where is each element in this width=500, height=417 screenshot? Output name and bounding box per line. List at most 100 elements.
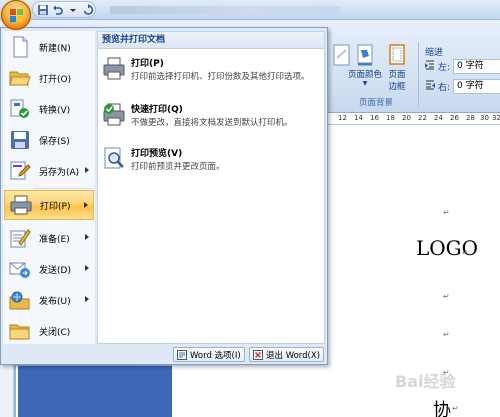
page-border-button[interactable]: 页面 边框 xyxy=(387,44,407,92)
submenu-header: 预览并打印文档 xyxy=(98,32,324,49)
office-menu: 新建(N) 打开(O) 转换(V) 保存(S) 另存为(A) 打印(P) 准备(… xyxy=(0,27,328,365)
printer-icon xyxy=(103,57,125,80)
menu-item-open[interactable]: 打开(O) xyxy=(4,63,94,93)
ruler-tick: 26 xyxy=(450,114,459,122)
ruler-tick: 14 xyxy=(354,114,363,122)
indent-left-label: 左: xyxy=(438,63,451,73)
indent-right-row: 右: 0 字符 ▲▼ xyxy=(425,79,500,94)
ruler-tick: 16 xyxy=(370,114,379,122)
paragraph-mark: ↵ xyxy=(462,248,469,257)
submenu-item-title: 打印预览(V) xyxy=(131,149,183,159)
office-menu-footer: Word 选项(I) 退出 Word(X) xyxy=(1,345,327,364)
word-options-button[interactable]: Word 选项(I) xyxy=(173,347,245,362)
paragraph-mark: ↵ xyxy=(452,404,459,413)
menu-item-label: 发布(U) xyxy=(39,296,71,307)
menu-item-publish[interactable]: 发布(U) xyxy=(4,285,94,315)
office-button[interactable] xyxy=(1,0,31,30)
prepare-icon xyxy=(10,229,31,248)
document-char: 协 xyxy=(433,400,451,417)
submenu-item-print-preview[interactable]: 打印预览(V) 打印前预览并更改页面。 xyxy=(102,146,320,173)
options-icon xyxy=(177,349,187,360)
title-bar xyxy=(0,0,500,20)
menu-item-label: 发送(D) xyxy=(39,265,71,276)
page-color-icon xyxy=(357,44,373,66)
indent-right-input[interactable]: 0 字符 xyxy=(453,79,500,94)
send-icon xyxy=(9,262,30,278)
close-icon xyxy=(253,349,263,360)
indent-left-row: 左: 0 字符 ▲▼ xyxy=(425,59,500,74)
paragraph-mark: ↵ xyxy=(443,292,450,301)
menu-item-save[interactable]: 保存(S) xyxy=(4,125,94,155)
submenu-item-desc: 打印前选择打印机、打印份数及其他打印选项。 xyxy=(131,72,310,82)
menu-item-close[interactable]: 关闭(C) xyxy=(4,316,94,346)
ruler-tick: 32 xyxy=(492,114,500,122)
menu-item-label: 保存(S) xyxy=(39,136,70,147)
submenu-item-print[interactable]: 打印(P) 打印前选择打印机、打印份数及其他打印选项。 xyxy=(102,56,320,83)
chevron-right-icon xyxy=(85,234,89,240)
menu-item-new[interactable]: 新建(N) xyxy=(4,32,94,62)
chevron-right-icon xyxy=(84,202,88,208)
menu-item-label: 准备(E) xyxy=(39,234,70,245)
exit-word-button[interactable]: 退出 Word(X) xyxy=(249,347,325,362)
save-as-icon xyxy=(10,161,31,180)
undo-icon[interactable] xyxy=(52,4,64,16)
print-preview-icon xyxy=(104,147,124,169)
dropdown-arrow-icon[interactable] xyxy=(67,4,79,16)
publish-icon xyxy=(9,291,30,310)
ruler-tick: 22 xyxy=(418,114,427,122)
quick-print-icon xyxy=(103,103,125,126)
menu-separator xyxy=(34,188,92,189)
page-border-icon xyxy=(389,44,405,65)
menu-item-prepare[interactable]: 准备(E) xyxy=(4,223,94,253)
page-border-label-1: 页面 xyxy=(388,70,406,80)
save-icon xyxy=(11,131,29,149)
save-icon[interactable] xyxy=(37,4,49,16)
paragraph-mark: ↵ xyxy=(443,330,450,339)
page-color-button[interactable]: 页面颜色 ▼ xyxy=(348,44,382,87)
submenu-item-desc: 不做更改，直接将文档发送到默认打印机。 xyxy=(131,118,293,128)
printer-icon xyxy=(10,195,32,215)
indent-left-input[interactable]: 0 字符 xyxy=(453,59,500,74)
new-document-icon xyxy=(13,36,28,58)
ruler-tick: 12 xyxy=(338,114,347,122)
open-folder-icon xyxy=(9,71,31,86)
convert-icon xyxy=(10,99,29,118)
indent-heading: 缩进 xyxy=(425,48,444,58)
menu-item-print[interactable]: 打印(P) xyxy=(4,190,94,220)
menu-item-label: 关闭(C) xyxy=(39,327,71,338)
menu-item-save-as[interactable]: 另存为(A) xyxy=(4,156,94,186)
exit-word-label: 退出 Word(X) xyxy=(266,350,321,361)
menu-item-convert[interactable]: 转换(V) xyxy=(4,94,94,124)
submenu-item-title: 打印(P) xyxy=(131,59,164,69)
document-logo-text: LOGO xyxy=(416,236,479,260)
redo-icon[interactable] xyxy=(82,3,94,16)
submenu-item-desc: 打印前预览并更改页面。 xyxy=(131,162,225,172)
menu-item-label: 转换(V) xyxy=(39,105,71,116)
page-color-label: 页面颜色 xyxy=(348,70,383,80)
ruler-tick: 30 xyxy=(480,114,489,122)
menu-item-label: 另存为(A) xyxy=(39,167,80,178)
ruler-tick: 28 xyxy=(466,114,475,122)
indent-right-label: 右: xyxy=(438,83,451,93)
menu-item-label: 新建(N) xyxy=(39,43,71,54)
chevron-right-icon xyxy=(85,265,89,271)
indent-left-icon xyxy=(425,60,435,73)
indent-right-icon xyxy=(425,80,435,93)
page-background-group-label: 页面背景 xyxy=(358,98,393,108)
word-options-label: Word 选项(I) xyxy=(190,350,241,361)
page-border-label-2: 边框 xyxy=(388,82,406,92)
print-submenu: 预览并打印文档 打印(P) 打印前选择打印机、打印份数及其他打印选项。 快速打印… xyxy=(97,31,325,344)
menu-item-label: 打印(P) xyxy=(40,201,71,212)
chevron-right-icon xyxy=(85,296,89,302)
submenu-item-quick-print[interactable]: 快速打印(Q) 不做更改，直接将文档发送到默认打印机。 xyxy=(102,102,320,129)
ruler-tick: 18 xyxy=(386,114,395,122)
ribbon-divider xyxy=(418,42,419,106)
close-folder-icon xyxy=(9,324,30,340)
window-title xyxy=(110,6,340,14)
vertical-ruler xyxy=(0,360,14,417)
office-logo-icon xyxy=(10,9,23,22)
chevron-down-icon: ▼ xyxy=(362,80,368,87)
submenu-item-title: 快速打印(Q) xyxy=(131,105,183,115)
page-edge xyxy=(16,366,172,417)
menu-item-send[interactable]: 发送(D) xyxy=(4,254,94,284)
